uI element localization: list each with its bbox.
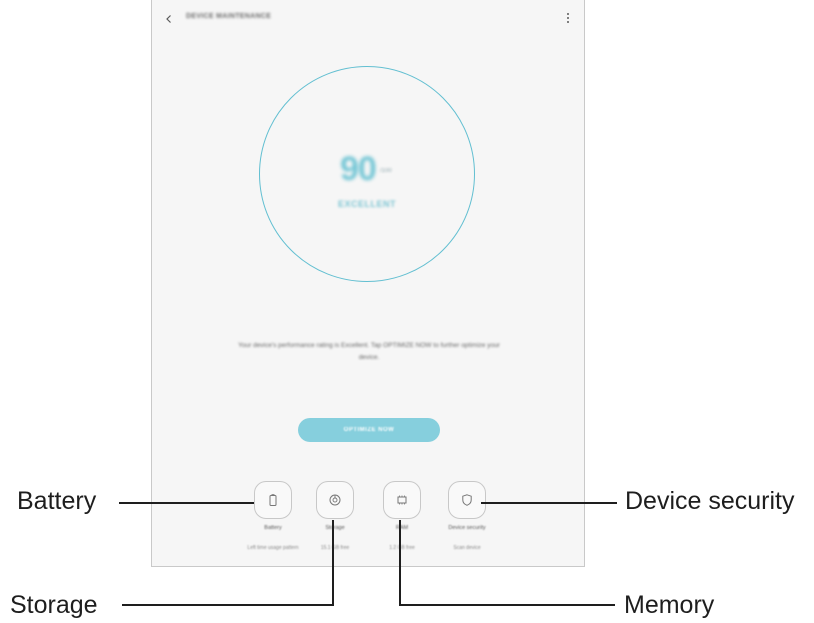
- score-status: EXCELLENT: [338, 199, 397, 209]
- performance-description: Your device's performance rating is Exce…: [238, 342, 500, 361]
- optimize-now-button[interactable]: OPTIMIZE NOW: [298, 418, 440, 442]
- page-title: DEVICE MAINTENANCE: [186, 13, 272, 20]
- callout-battery: Battery: [17, 487, 97, 515]
- callout-memory: Memory: [624, 591, 715, 619]
- memory-button[interactable]: [383, 481, 421, 519]
- callout-line-memory-v: [399, 520, 401, 606]
- storage-button[interactable]: [316, 481, 354, 519]
- app-bar: DEVICE MAINTENANCE: [152, 0, 584, 38]
- tool-sub: Scan device: [453, 545, 481, 551]
- battery-icon: [269, 494, 277, 506]
- callout-storage: Storage: [10, 591, 98, 619]
- back-arrow-icon[interactable]: [164, 14, 174, 24]
- tool-label: Device security: [448, 525, 486, 531]
- device-security-button[interactable]: [448, 481, 486, 519]
- storage-icon: [329, 494, 341, 506]
- callout-line-storage-v: [332, 520, 334, 606]
- optimize-now-label: OPTIMIZE NOW: [343, 427, 395, 433]
- callout-device-security: Device security: [625, 487, 795, 515]
- more-options-icon[interactable]: [566, 13, 570, 25]
- memory-chip-icon: [397, 495, 407, 505]
- callout-line-device-security: [481, 502, 617, 504]
- callout-line-storage-h: [122, 604, 334, 606]
- score-value: 90: [340, 150, 377, 188]
- callout-line-battery: [119, 502, 254, 504]
- device-maintenance-screen: DEVICE MAINTENANCE 90 /100 EXCELLENT You…: [151, 0, 585, 567]
- tool-device-security[interactable]: Device security Scan device: [427, 481, 507, 567]
- shield-icon: [462, 494, 472, 506]
- battery-button[interactable]: [254, 481, 292, 519]
- score-max: /100: [380, 168, 392, 174]
- callout-line-memory-h: [399, 604, 615, 606]
